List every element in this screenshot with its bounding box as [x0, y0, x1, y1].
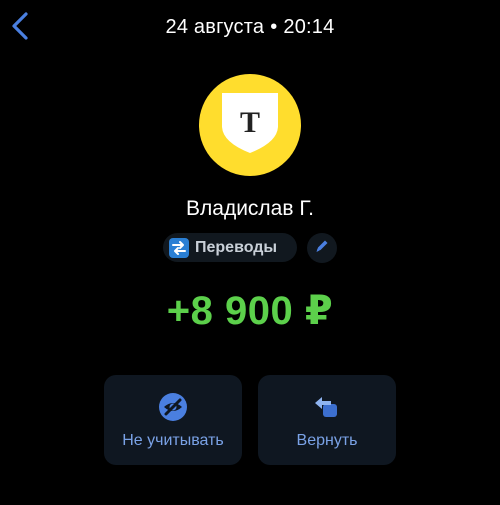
ignore-transaction-button[interactable]: Не учитывать — [104, 375, 242, 465]
category-chip[interactable]: Переводы — [163, 233, 297, 262]
merchant-logo: Т — [199, 74, 301, 176]
return-label: Вернуть — [296, 432, 358, 449]
datetime-separator: • — [270, 16, 278, 38]
ignore-label: Не учитывать — [122, 432, 224, 449]
return-transaction-button[interactable]: Вернуть — [258, 375, 396, 465]
return-arrow-icon — [311, 391, 343, 423]
counterparty-name: Владислав Г. — [186, 197, 314, 220]
logo-letter: Т — [240, 106, 260, 139]
edit-category-button[interactable] — [307, 233, 337, 263]
category-label: Переводы — [195, 238, 278, 256]
pencil-icon — [314, 238, 330, 259]
transaction-amount: +8 900 ₽ — [166, 289, 334, 333]
eye-off-icon — [157, 391, 189, 423]
transaction-time: 20:14 — [283, 16, 335, 38]
transaction-date: 24 августа — [165, 16, 265, 38]
bank-shield-icon: Т — [219, 90, 281, 161]
transfer-arrows-icon — [169, 237, 189, 258]
transaction-datetime: 24 августа • 20:14 — [0, 16, 500, 39]
